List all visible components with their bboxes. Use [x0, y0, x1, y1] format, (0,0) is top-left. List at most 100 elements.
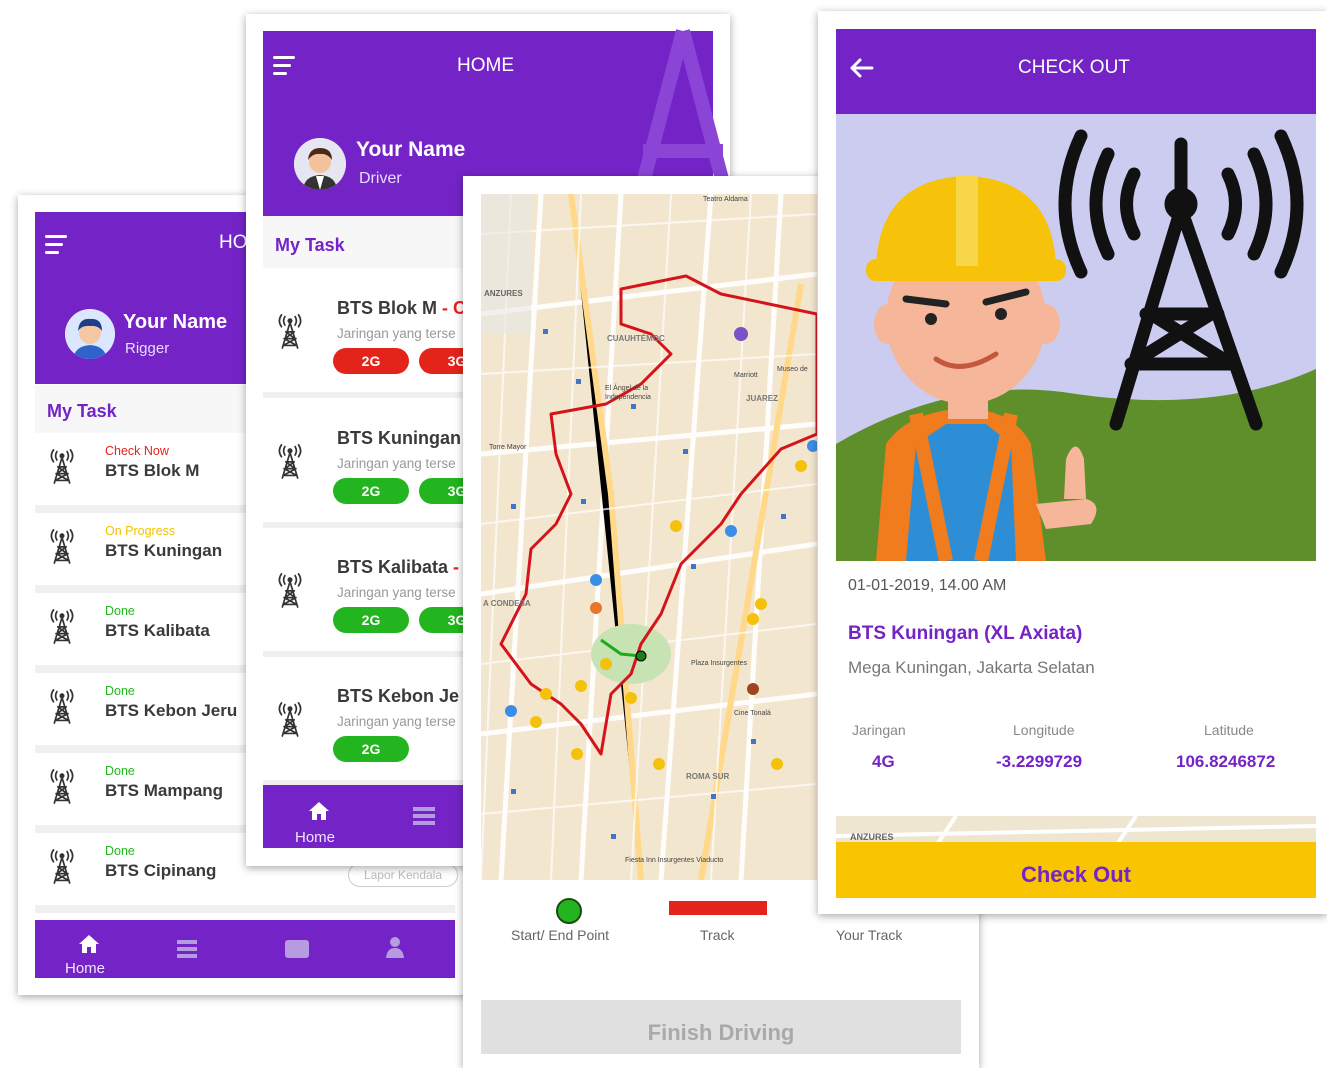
jaringan-label: Jaringan [852, 722, 906, 738]
latitude-label: Latitude [1204, 722, 1254, 738]
map-label-marriott: Marriott [734, 372, 758, 379]
task-title[interactable]: BTS Kalibata [105, 621, 210, 641]
legend-start-label: Start/ End Point [511, 927, 610, 943]
tower-icon [273, 312, 307, 350]
network-pill: 2G [333, 607, 409, 633]
list-icon[interactable] [177, 940, 197, 958]
map-label-roma-sur: ROMA SUR [686, 772, 730, 781]
network-pill: 2G [333, 736, 409, 762]
map-label-anzures: ANZURES [484, 289, 523, 298]
task-title[interactable]: BTS Cipinang [105, 861, 216, 881]
start-end-point-marker [556, 898, 582, 924]
header-title: CHECK OUT [1018, 57, 1130, 78]
site-name: BTS Kuningan (XL Axiata) [848, 623, 1083, 644]
task-title[interactable]: BTS Kuningan [105, 541, 222, 561]
site-title-suffix: - C [437, 298, 467, 318]
menu-icon[interactable] [45, 235, 67, 259]
tower-icon [45, 767, 79, 805]
avatar [294, 138, 346, 190]
site-title[interactable]: BTS Kebon Je [337, 686, 459, 707]
site-description: Jaringan yang terse [337, 326, 456, 341]
site-description: Jaringan yang terse [337, 456, 456, 471]
header-title: HOME [457, 55, 514, 76]
check-out-button[interactable]: Check Out [836, 842, 1316, 898]
longitude-value: -3.2299729 [996, 752, 1083, 771]
section-title: My Task [275, 235, 345, 255]
task-title[interactable]: BTS Kebon Jeru [105, 701, 237, 721]
site-title-suffix: - [448, 557, 460, 577]
site-title[interactable]: BTS Kuningan [337, 428, 461, 449]
network-pill: 2G [333, 348, 409, 374]
task-status: Check Now [105, 444, 169, 458]
tower-icon [45, 527, 79, 565]
nav-home-label[interactable]: Home [65, 960, 105, 977]
latitude-value: 106.8246872 [1176, 752, 1276, 771]
header-title: HO [219, 232, 248, 253]
menu-icon[interactable] [273, 56, 295, 80]
jaringan-value: 4G [872, 752, 895, 771]
track-marker [669, 901, 767, 915]
longitude-label: Longitude [1013, 722, 1075, 738]
finish-driving-button[interactable]: Finish Driving [481, 1000, 961, 1054]
tower-icon [45, 607, 79, 645]
map-label-fiesta: Fiesta Inn Insurgentes Viaducto [625, 857, 724, 864]
list-icon[interactable] [413, 807, 435, 825]
datetime: 01-01-2019, 14.00 AM [848, 577, 1007, 594]
map-label-condesa: A CONDESA [483, 599, 531, 608]
map-label-museo: Museo de [777, 366, 808, 373]
site-title[interactable]: BTS Kalibata - [337, 557, 459, 578]
avatar [65, 309, 115, 359]
back-arrow-icon[interactable] [848, 57, 874, 79]
site-description: Jaringan yang terse [337, 585, 456, 600]
map-label-angel: El Ángel de la Independencia [605, 385, 651, 401]
briefcase-icon[interactable] [285, 940, 309, 958]
tower-icon [45, 447, 79, 485]
task-status: Done [105, 684, 135, 698]
user-role: Rigger [125, 340, 170, 357]
map-label-cine: Cine Tonalá [734, 710, 771, 717]
task-title[interactable]: BTS Mampang [105, 781, 223, 801]
home-icon[interactable] [307, 799, 331, 823]
tower-icon [45, 687, 79, 725]
site-title-text: BTS Kalibata [337, 557, 449, 577]
row-divider [35, 905, 455, 913]
map-label-juarez: JUAREZ [746, 394, 779, 403]
network-pill: 2G [333, 478, 409, 504]
site-title[interactable]: BTS Blok M - C [337, 298, 466, 319]
user-icon[interactable] [385, 936, 405, 958]
nav-home-label[interactable]: Home [295, 829, 335, 846]
map-label-cuauhtemoc: CUAUHTÉMOC [607, 334, 665, 343]
task-status: Done [105, 764, 135, 778]
user-role: Driver [359, 170, 402, 187]
map[interactable]: ANZURES CUAUHTÉMOC JUAREZ A CONDESA ROMA… [481, 194, 817, 880]
site-title-text: BTS Blok M [337, 298, 438, 318]
map-label-plaza: Plaza Insurgentes [691, 660, 748, 667]
site-title-text: BTS Kebon Je [337, 686, 460, 706]
mini-map-label: ANZURES [850, 832, 894, 842]
tower-icon [273, 700, 307, 738]
site-address: Mega Kuningan, Jakarta Selatan [848, 658, 1095, 677]
home-icon[interactable] [77, 932, 101, 956]
header: CHECK OUT [836, 29, 1316, 114]
bottom-nav: Home [35, 920, 455, 978]
section-title: My Task [47, 401, 117, 421]
tower-icon [273, 442, 307, 480]
task-status: Done [105, 844, 135, 858]
checkout-screen: CHECK OUT 01-01-2019, 14.00 AM BTS Kunin… [818, 11, 1327, 914]
task-status: Done [105, 604, 135, 618]
legend-your-track-label: Your Track [836, 927, 903, 943]
user-name: Your Name [123, 311, 228, 333]
user-name: Your Name [356, 138, 466, 161]
tower-icon [273, 571, 307, 609]
legend-track-label: Track [700, 927, 735, 943]
task-status: On Progress [105, 524, 176, 538]
site-description: Jaringan yang terse [337, 714, 456, 729]
tower-icon [45, 847, 79, 885]
lapor-kendala-button[interactable]: Lapor Kendala [348, 863, 458, 887]
task-title[interactable]: BTS Blok M [105, 461, 199, 481]
map-label-teatro: Teatro Aldama [703, 196, 748, 203]
worker-tower-illustration [836, 114, 1316, 561]
map-canvas [481, 194, 817, 880]
site-title-text: BTS Kuningan [337, 428, 461, 448]
map-label-torre: Torre Mayor [489, 444, 527, 451]
